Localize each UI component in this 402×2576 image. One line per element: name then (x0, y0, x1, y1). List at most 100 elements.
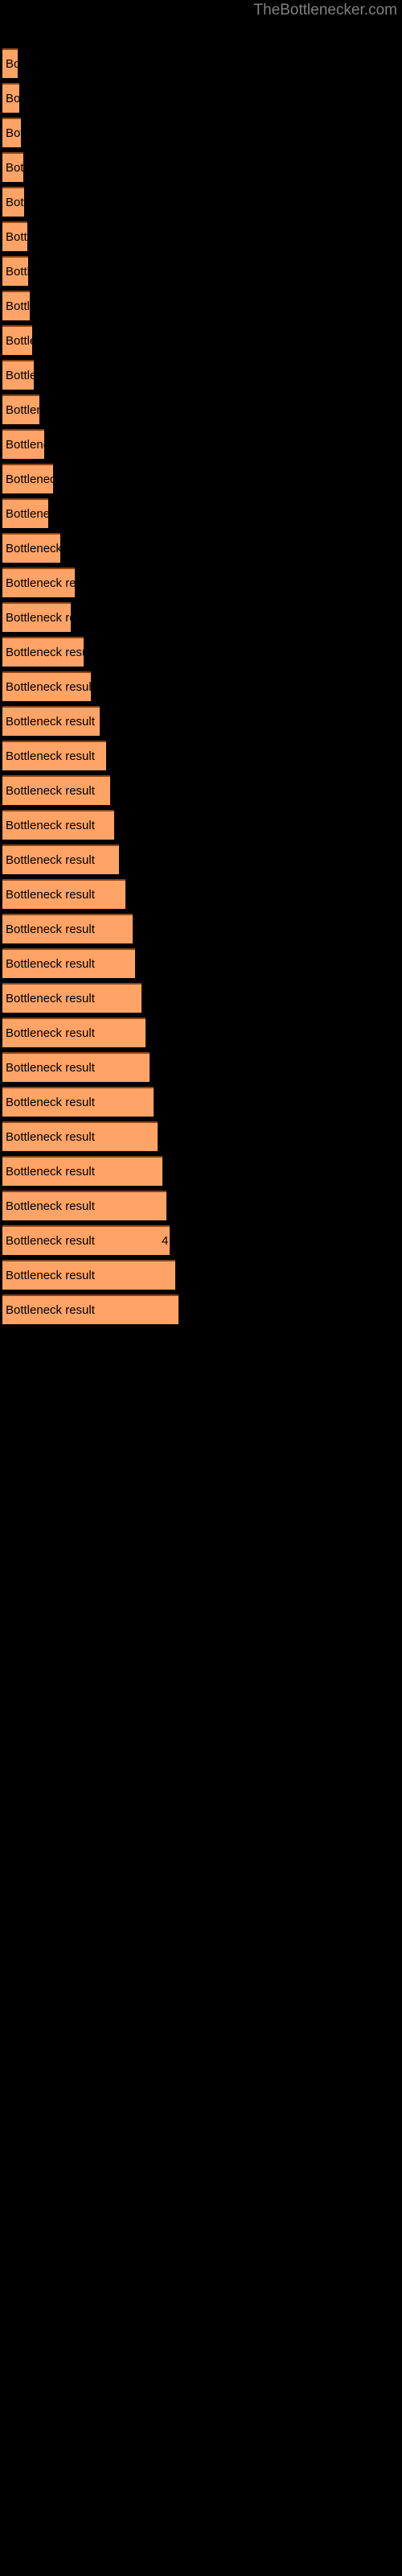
bar[interactable]: Bottleneck result (2, 256, 28, 286)
bar-label: Bottleneck result (6, 576, 75, 590)
bar[interactable]: Bottleneck result (2, 394, 39, 424)
bar[interactable]: Bottleneck result (2, 83, 19, 113)
bar[interactable]: Bottleneck result (2, 741, 106, 770)
bar-label: Bottleneck result (6, 473, 53, 486)
bar-row: Bottleneck result (0, 83, 402, 113)
bar-label: Bottleneck result (6, 992, 95, 1005)
bar-label: Bottleneck result (6, 299, 30, 313)
bar-clip: Bottleneck result (2, 498, 48, 528)
bar-row: Bottleneck result (0, 1294, 402, 1324)
bar-label: Bottleneck result (6, 784, 95, 798)
bar-clip: Bottleneck result (2, 1121, 158, 1151)
bar[interactable]: Bottleneck result (2, 948, 135, 978)
bar-label: Bottleneck result (6, 1269, 95, 1282)
bar[interactable]: Bottleneck result (2, 221, 27, 251)
bar[interactable]: Bottleneck result (2, 1052, 150, 1082)
bar[interactable]: Bottleneck result (2, 325, 32, 355)
bar-row: Bottleneck result (0, 498, 402, 528)
bar-row: Bottleneck result (0, 671, 402, 701)
bar[interactable]: Bottleneck result (2, 637, 84, 667)
bar-label: Bottleneck result (6, 265, 28, 279)
bar[interactable]: Bottleneck result (2, 498, 48, 528)
bar-row: Bottleneck result (0, 533, 402, 563)
bar-label: Bottleneck result (6, 923, 95, 936)
bar-label: Bottleneck result (6, 1026, 95, 1040)
bar[interactable]: Bottleneck result (2, 879, 125, 909)
bar[interactable]: Bottleneck result (2, 1121, 158, 1151)
bar[interactable]: Bottleneck result (2, 1260, 175, 1290)
bar[interactable]: Bottleneck result (2, 1018, 146, 1047)
bar-row: Bottleneck result (0, 187, 402, 217)
bar-label: Bottleneck result (6, 369, 34, 382)
bar-clip: Bottleneck result (2, 844, 119, 874)
bar-label: Bottleneck result (6, 1199, 95, 1213)
bar-label: Bottleneck result (6, 196, 24, 209)
bar-clip: Bottleneck result (2, 948, 135, 978)
bar-label: Bottleneck result (6, 819, 95, 832)
bar[interactable]: Bottleneck result (2, 48, 18, 78)
bar-label: Bottleneck result (6, 92, 19, 105)
bar-value-label: 4 (162, 1234, 169, 1248)
bar-clip: Bottleneck result (2, 914, 133, 943)
bar-clip: Bottleneck result (2, 464, 53, 493)
bar-clip: Bottleneck result (2, 360, 34, 390)
bar[interactable]: Bottleneck result (2, 1156, 162, 1186)
bar-label: Bottleneck result (6, 126, 21, 140)
bar-row: Bottleneck result (0, 1191, 402, 1220)
bar[interactable]: Bottleneck result (2, 464, 53, 493)
bar-clip: Bottleneck result (2, 1087, 154, 1117)
bar[interactable]: Bottleneck result (2, 1191, 166, 1220)
bar-clip: Bottleneck result (2, 671, 91, 701)
bar[interactable]: Bottleneck result (2, 602, 71, 632)
bar-label: Bottleneck result (6, 230, 27, 244)
bar[interactable]: Bottleneck result (2, 706, 100, 736)
bar-label: Bottleneck result (6, 57, 18, 71)
bar-label: Bottleneck result (6, 1165, 95, 1179)
bar-label: Bottleneck result (6, 611, 71, 625)
bar-row: Bottleneck result (0, 1087, 402, 1117)
bar-row: Bottleneck result (0, 706, 402, 736)
bar[interactable]: Bottleneck result (2, 1087, 154, 1117)
bottleneck-bar-chart: Bottleneck result Bottleneck result Bottle… (0, 0, 402, 2576)
bar-row: Bottleneck result (0, 775, 402, 805)
bar[interactable]: Bottleneck result (2, 1294, 178, 1324)
bar[interactable]: Bottleneck result (2, 360, 34, 390)
bar[interactable]: Bottleneck result (2, 983, 142, 1013)
bar-clip: Bottleneck result 4 (2, 1225, 170, 1255)
bar[interactable]: Bottleneck result 4 (2, 1225, 170, 1255)
bar-clip: Bottleneck result (2, 983, 142, 1013)
bar-label: Bottleneck result (6, 161, 23, 175)
bar-row: Bottleneck result (0, 741, 402, 770)
bar[interactable]: Bottleneck result (2, 118, 21, 147)
bar-row: Bottleneck result (0, 256, 402, 286)
bar[interactable]: Bottleneck result (2, 810, 114, 840)
bar[interactable]: Bottleneck result (2, 429, 44, 459)
bar-clip: Bottleneck result (2, 706, 100, 736)
bar[interactable]: Bottleneck result (2, 533, 60, 563)
bar[interactable]: Bottleneck result (2, 775, 110, 805)
bar-clip: Bottleneck result (2, 1156, 162, 1186)
bar-clip: Bottleneck result (2, 48, 18, 78)
bar[interactable]: Bottleneck result (2, 671, 91, 701)
bar-label: Bottleneck result (6, 334, 32, 348)
bar[interactable]: Bottleneck result (2, 844, 119, 874)
bar[interactable]: Bottleneck result (2, 568, 75, 597)
bar-row: Bottleneck result (0, 568, 402, 597)
bar-row: Bottleneck result (0, 810, 402, 840)
bar-row: Bottleneck result (0, 360, 402, 390)
bar-clip: Bottleneck result (2, 533, 60, 563)
bar-label: Bottleneck result (6, 403, 39, 417)
bar[interactable]: Bottleneck result (2, 187, 24, 217)
bar-label: Bottleneck result (6, 715, 95, 729)
bar-clip: Bottleneck result (2, 810, 114, 840)
bar[interactable]: Bottleneck result (2, 152, 23, 182)
bar[interactable]: Bottleneck result (2, 291, 30, 320)
bar-row: Bottleneck result (0, 152, 402, 182)
bar-row: Bottleneck result (0, 221, 402, 251)
bar-clip: Bottleneck result (2, 602, 71, 632)
bar-label: Bottleneck result (6, 1234, 95, 1248)
page-root: { "watermark": { "text": "TheBottlenecke… (0, 0, 402, 2576)
bar-row: Bottleneck result (0, 914, 402, 943)
bar-label: Bottleneck result (6, 680, 91, 694)
bar[interactable]: Bottleneck result (2, 914, 133, 943)
